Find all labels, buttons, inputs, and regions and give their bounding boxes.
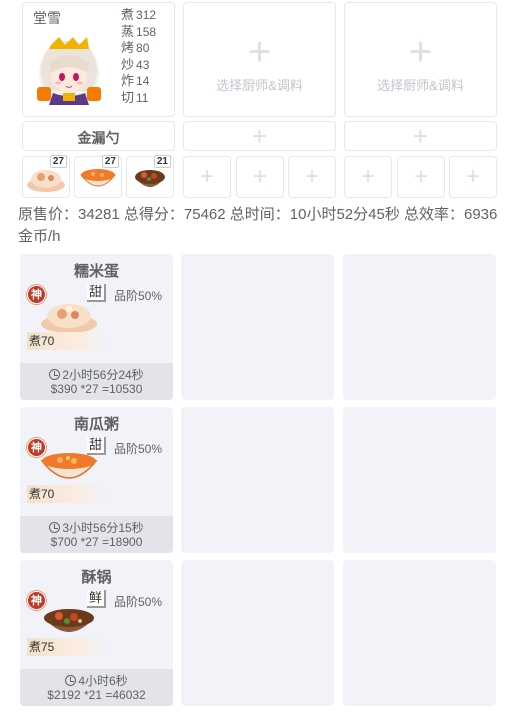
price-calc: $2192 *21 =46032 [47,688,146,702]
rank-badge: 神 [27,591,46,610]
empty-recipe-card[interactable] [343,407,496,553]
price-calc: $390 *27 =10530 [50,382,143,396]
plus-icon: + [247,30,272,74]
recipe-slot-1[interactable]: 27 [22,155,70,198]
recipe-slot-4[interactable]: + [183,156,231,198]
rank-badge: 神 [27,285,46,304]
plus-icon: + [413,163,429,190]
recipe-name: 酥锅 [81,569,112,586]
skill-cut: 切 11 [121,89,149,105]
chef-skills: 煮 312 蒸 158 烤 80 炒 43 炸 14 切 11 [121,7,156,107]
skill-requirement: 煮75 [27,638,107,656]
flavor-tag: 甜 [87,437,107,455]
plus-icon: + [304,163,320,190]
skill-requirement: 煮70 [27,485,107,503]
price-calc: $700 *27 =18900 [50,535,143,549]
plus-icon: + [199,163,215,190]
empty-recipe-card[interactable] [343,560,496,706]
recipe-card-3[interactable]: 酥锅 神 鲜 品阶50% 煮75 4小时6秒 $2192 *21 =46032 [20,560,173,706]
recipe-footer: 4小时6秒 $2192 *21 =46032 [20,669,173,706]
clock-icon [49,522,61,533]
quality-text: 品阶50% [114,289,163,303]
plus-icon: + [412,121,429,151]
recipe-qty-badge: 27 [101,155,119,168]
plus-icon: + [408,30,433,74]
clock-icon [49,369,61,380]
chef-card[interactable]: 堂雪 煮 312 蒸 158 烤 80 炒 43 炸 14 切 11 [22,2,175,117]
summary-text: 原售价：34281 总得分：75462 总时间：10小时52分45秒 总效率：6… [18,206,498,245]
equipment-name: 金漏勺 [77,130,120,146]
skill-steam: 蒸 158 [121,23,157,39]
clock-icon [65,675,77,686]
chef-name: 堂雪 [33,10,61,26]
cook-time: 3小时56分15秒 [20,519,173,536]
recipe-qty-badge: 21 [153,155,171,168]
recipe-card-1[interactable]: 糯米蛋 神 甜 品阶50% 煮70 2小时56分24秒 $390 *27 =10… [20,254,173,400]
recipe-card-2[interactable]: 南瓜粥 神 甜 品阶50% 煮70 3小时56分15秒 $700 *27 =18… [20,407,173,553]
cook-time: 4小时6秒 [20,672,173,689]
select-chef-label: 选择厨师&调料 [216,78,303,93]
plus-icon: + [360,163,376,190]
skill-requirement: 煮70 [27,332,107,350]
plus-icon: + [252,163,268,190]
empty-recipe-card[interactable] [181,254,334,400]
equipment-slot-1[interactable]: 金漏勺 [22,121,175,151]
select-chef-slot-2[interactable]: + 选择厨师&调料 [183,2,336,117]
chef-avatar [37,37,101,105]
recipe-slot-7[interactable]: + [344,156,392,198]
recipe-footer: 2小时56分24秒 $390 *27 =10530 [20,363,173,400]
equipment-slot-3[interactable]: + [344,121,497,151]
quality-text: 品阶50% [114,595,163,609]
empty-recipe-card[interactable] [343,254,496,400]
recipe-footer: 3小时56分15秒 $700 *27 =18900 [20,516,173,553]
recipe-slot-9[interactable]: + [449,156,497,198]
equipment-slot-2[interactable]: + [183,121,336,151]
recipe-slot-3[interactable]: 21 [126,155,174,198]
plus-icon: + [251,121,268,151]
rank-badge: 神 [27,438,46,457]
skill-stirfry: 炒 43 [121,56,150,72]
recipe-slot-6[interactable]: + [288,156,336,198]
skill-boil: 煮 312 [121,7,157,22]
select-chef-label: 选择厨师&调料 [377,78,464,93]
recipe-slot-5[interactable]: + [236,156,284,198]
empty-recipe-card[interactable] [181,407,334,553]
select-chef-slot-3[interactable]: + 选择厨师&调料 [344,2,497,117]
empty-recipe-card[interactable] [181,560,334,706]
recipe-slot-8[interactable]: + [397,156,445,198]
recipe-name: 糯米蛋 [73,263,119,280]
flavor-tag: 鲜 [87,590,107,608]
recipe-name: 南瓜粥 [73,416,119,433]
quality-text: 品阶50% [114,442,163,456]
recipe-qty-badge: 27 [49,155,67,168]
flavor-tag: 甜 [87,284,107,302]
skill-fry: 炸 14 [121,73,150,89]
cook-time: 2小时56分24秒 [20,366,173,383]
recipe-slot-2[interactable]: 27 [74,155,122,198]
skill-bake: 烤 80 [121,40,150,56]
plus-icon: + [465,163,481,190]
